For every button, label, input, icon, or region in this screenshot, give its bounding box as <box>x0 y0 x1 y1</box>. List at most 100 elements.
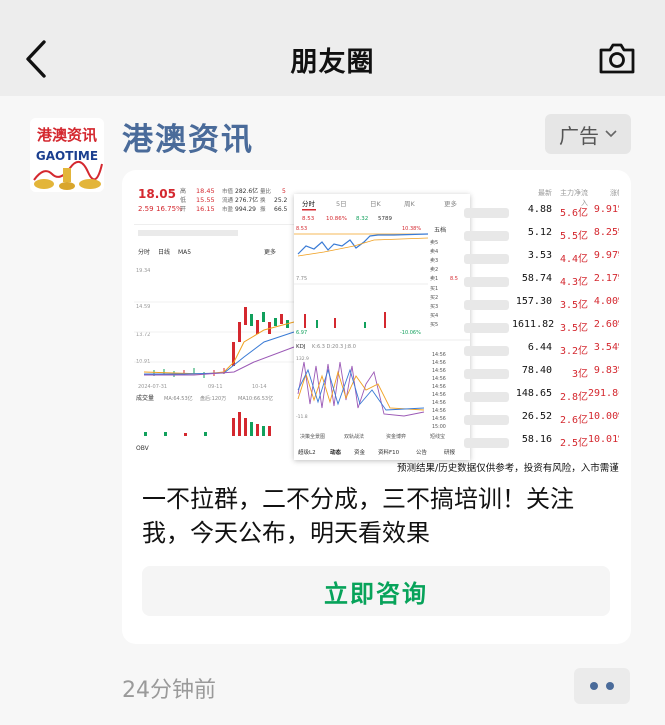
table-row: 5.125.5亿8.25% <box>464 227 619 247</box>
table-row: 157.303.5亿4.00% <box>464 296 619 316</box>
svg-text:短线宝: 短线宝 <box>430 433 445 440</box>
svg-text:卖4: 卖4 <box>430 249 438 255</box>
popup-summary-3: 5789 <box>378 216 392 222</box>
ad-label-button[interactable]: 广告 <box>545 114 631 154</box>
page-title: 朋友圈 <box>290 47 375 78</box>
svg-text:卖1: 卖1 <box>430 276 438 282</box>
obv-label: OBV <box>136 445 150 452</box>
quote-price: 18.05 <box>138 187 176 201</box>
ratio-value: 5 <box>282 188 286 195</box>
svg-text:卖2: 卖2 <box>430 267 438 273</box>
left-axis-1: 14.59 <box>136 304 150 310</box>
chevron-down-icon <box>605 130 617 138</box>
popup-side-title: 五档 <box>434 226 446 234</box>
svg-text:14:56: 14:56 <box>432 376 446 382</box>
popup-summary-1: 10.86% <box>326 216 347 222</box>
svg-text:研报: 研报 <box>444 448 456 456</box>
candlesticks <box>153 307 289 378</box>
table-row: 6.443.2亿3.54% <box>464 342 619 362</box>
left-date-1: 09-11 <box>208 384 223 390</box>
popup-tab-0: 分时 <box>302 199 316 208</box>
author-name[interactable]: 港澳资讯 <box>122 114 254 159</box>
svg-text:买3: 买3 <box>430 303 438 310</box>
amp-value: 66.5 <box>274 206 288 213</box>
left-axis-2: 13.72 <box>136 332 150 338</box>
svg-text:-11.8: -11.8 <box>296 414 308 420</box>
left-date-0: 2024-07-31 <box>138 384 167 390</box>
table-row: 148.652.8亿291.80% <box>464 388 619 408</box>
gaotime-logo: 港澳资讯 GAOTIME <box>30 118 104 192</box>
kdj-values: K:6.3 D:20.3 J:8.0 <box>312 344 356 350</box>
left-date-2: 10-14 <box>252 384 267 390</box>
avatar[interactable]: 港澳资讯 GAOTIME <box>30 118 104 192</box>
open-label: 开 <box>180 206 186 213</box>
popup-tab-4: 更多 <box>444 199 458 208</box>
consult-now-button[interactable]: 立即咨询 <box>142 566 610 616</box>
dot-icon <box>590 682 598 690</box>
left-tab-1: 日线 <box>158 248 170 256</box>
svg-text:买4: 买4 <box>430 312 438 319</box>
svg-text:动态: 动态 <box>330 448 342 456</box>
table-row: 58.162.5亿10.01% <box>464 434 619 454</box>
dot-icon <box>606 682 614 690</box>
ad-card[interactable]: 18.05 2.59 16.75% 高 18.45 低 15.55 开 16.1… <box>122 170 631 644</box>
inflow-ranking-table: 最新 主力净流入 涨幅 4.885.6亿9.91% 5.125.5亿8.25% … <box>464 182 619 472</box>
svg-text:买1: 买1 <box>430 285 438 292</box>
popup-summary-0: 8.53 <box>302 216 315 222</box>
volume-value-0: MA:64.53亿 <box>164 395 193 402</box>
popup-pct-top: 10.38% <box>402 226 421 232</box>
svg-text:公告: 公告 <box>416 448 428 456</box>
popup-axis-bottom: 6.97 <box>296 330 307 336</box>
float-label: 流通 <box>222 196 234 204</box>
popup-axis-mid: 7.75 <box>296 276 307 282</box>
popup-tab-1: 5日 <box>336 200 347 208</box>
popup-axis-top: 8.53 <box>296 226 307 232</box>
quote-change: 2.59 <box>138 205 154 213</box>
more-options-button[interactable] <box>574 668 630 704</box>
volume-bars <box>144 412 271 436</box>
volume-value-1: 盘后:120万 <box>200 395 226 402</box>
low-label: 低 <box>180 196 186 204</box>
svg-text:资金博弈: 资金博弈 <box>386 433 406 440</box>
left-tab-2: MA5 <box>178 249 191 256</box>
stock-chart-left: 18.05 2.59 16.75% 高 18.45 低 15.55 开 16.1… <box>134 182 300 472</box>
kdj-label: KDJ <box>296 344 306 350</box>
pe-value: 994.29 <box>235 206 256 213</box>
svg-text:资料F10: 资料F10 <box>378 448 400 456</box>
float-value: 276.7亿 <box>235 196 258 204</box>
table-row: 4.885.6亿9.91% <box>464 204 619 224</box>
ad-label-text: 广告 <box>559 123 599 148</box>
volume-label: 成交量 <box>136 394 154 402</box>
svg-text:资金: 资金 <box>354 448 366 456</box>
svg-text:15:00: 15:00 <box>432 424 446 430</box>
svg-text:卖3: 卖3 <box>430 258 438 264</box>
quote-change-pct: 16.75% <box>156 205 183 213</box>
left-tab-0: 分时 <box>138 248 150 256</box>
mktcap-value: 282.6亿 <box>235 187 258 195</box>
popup-tab-3: 周K <box>404 200 416 208</box>
table-row: 78.403亿9.83% <box>464 365 619 385</box>
ad-image[interactable]: 18.05 2.59 16.75% 高 18.45 低 15.55 开 16.1… <box>134 182 619 629</box>
high-label: 高 <box>180 187 186 195</box>
svg-text:14:56: 14:56 <box>432 368 446 374</box>
svg-text:卖5: 卖5 <box>430 240 438 246</box>
table-row: 26.522.6亿10.00% <box>464 411 619 431</box>
post-timestamp: 24分钟前 <box>122 678 216 703</box>
popup-pct-bottom: -10.06% <box>400 330 421 336</box>
svg-text:14:56: 14:56 <box>432 392 446 398</box>
pe-label: 市盈 <box>222 205 234 213</box>
svg-text:决策全景图: 决策全景图 <box>300 433 325 440</box>
mktcap-label: 市值 <box>222 187 234 195</box>
camera-icon[interactable] <box>598 41 636 75</box>
svg-text:买5: 买5 <box>430 321 438 328</box>
svg-text:14:56: 14:56 <box>432 416 446 422</box>
svg-text:14:56: 14:56 <box>432 352 446 358</box>
svg-text:双轨战法: 双轨战法 <box>344 433 364 440</box>
svg-text:港澳资讯: 港澳资讯 <box>37 126 97 144</box>
table-row: 3.534.4亿9.97% <box>464 250 619 270</box>
table-row: 1611.823.5亿2.60% <box>464 319 619 339</box>
svg-text:14:56: 14:56 <box>432 400 446 406</box>
high-value: 18.45 <box>196 187 215 195</box>
svg-text:14:56: 14:56 <box>432 360 446 366</box>
popup-summary-2: 8.32 <box>356 216 368 222</box>
